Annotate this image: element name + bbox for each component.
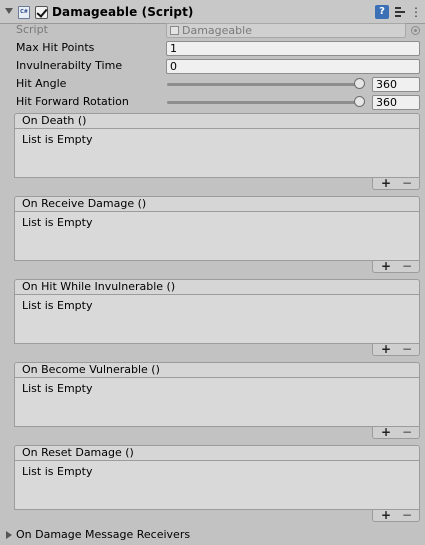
add-button[interactable]: +: [381, 508, 391, 522]
list-footer: + −: [372, 259, 420, 273]
event-list-empty: List is Empty: [14, 129, 420, 178]
remove-button[interactable]: −: [402, 259, 412, 273]
component-header: C# Damageable (Script) ? ⋮: [0, 0, 425, 24]
object-picker-icon[interactable]: [411, 26, 420, 35]
script-field-value: Damageable: [182, 24, 252, 37]
add-button[interactable]: +: [381, 176, 391, 190]
component-title[interactable]: Damageable (Script): [52, 5, 194, 19]
max-hit-points-label: Max Hit Points: [16, 41, 95, 54]
event-header: On Receive Damage (): [14, 196, 420, 212]
invulnerability-time-input[interactable]: 0: [166, 59, 420, 74]
invulnerability-time-label: Invulnerabilty Time: [16, 59, 123, 72]
event-header: On Death (): [14, 113, 420, 129]
collapse-arrow-icon[interactable]: [5, 8, 13, 14]
add-button[interactable]: +: [381, 342, 391, 356]
event-list-empty: List is Empty: [14, 295, 420, 344]
expand-arrow-icon[interactable]: [6, 531, 12, 539]
hit-forward-rotation-label: Hit Forward Rotation: [16, 95, 129, 108]
hit-forward-rotation-input[interactable]: 360: [372, 95, 420, 110]
remove-button[interactable]: −: [402, 508, 412, 522]
list-footer: + −: [372, 342, 420, 356]
hit-angle-label: Hit Angle: [16, 77, 67, 90]
script-field[interactable]: Damageable: [166, 23, 406, 38]
max-hit-points-input[interactable]: 1: [166, 41, 420, 56]
gear-icon[interactable]: ⋮: [409, 5, 423, 19]
hit-forward-rotation-slider-track[interactable]: [167, 101, 365, 104]
script-object-icon: [170, 26, 179, 35]
add-button[interactable]: +: [381, 259, 391, 273]
hit-angle-slider-thumb[interactable]: [354, 78, 365, 89]
enable-checkbox[interactable]: [35, 6, 48, 19]
list-footer: + −: [372, 176, 420, 190]
presets-icon[interactable]: [394, 5, 408, 19]
hit-angle-input[interactable]: 360: [372, 77, 420, 92]
event-header: On Become Vulnerable (): [14, 362, 420, 378]
foldout-label[interactable]: On Damage Message Receivers: [16, 528, 190, 541]
hit-forward-rotation-slider-thumb[interactable]: [354, 96, 365, 107]
script-icon: C#: [18, 6, 30, 19]
event-list-empty: List is Empty: [14, 378, 420, 427]
event-list-empty: List is Empty: [14, 212, 420, 261]
event-header: On Reset Damage (): [14, 445, 420, 461]
help-icon[interactable]: ?: [375, 5, 389, 19]
remove-button[interactable]: −: [402, 176, 412, 190]
remove-button[interactable]: −: [402, 425, 412, 439]
list-footer: + −: [372, 425, 420, 439]
add-button[interactable]: +: [381, 425, 391, 439]
hit-angle-slider-track[interactable]: [167, 83, 365, 86]
list-footer: + −: [372, 508, 420, 522]
script-label: Script: [16, 23, 48, 36]
event-list-empty: List is Empty: [14, 461, 420, 510]
remove-button[interactable]: −: [402, 342, 412, 356]
event-header: On Hit While Invulnerable (): [14, 279, 420, 295]
